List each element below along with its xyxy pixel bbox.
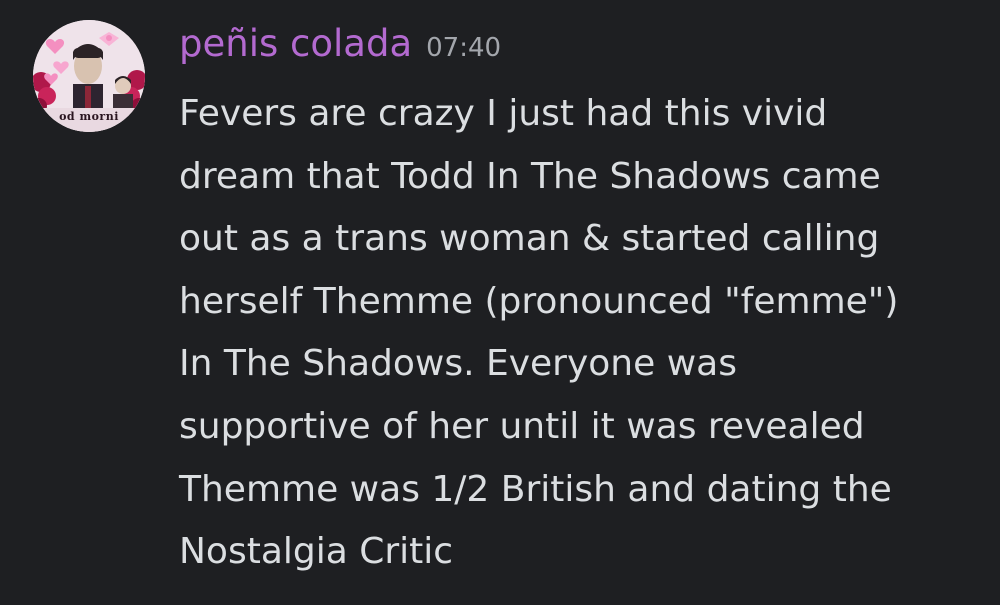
message-line: In The Shadows. Everyone was [179, 343, 737, 385]
message-line: Nostalgia Critic [179, 531, 454, 573]
message-line: Fevers are crazy I just had this vivid [179, 93, 828, 134]
avatar-caption: od morni [59, 110, 119, 123]
message-line: herself Themme (pronounced "femme") [179, 280, 899, 322]
message-line: supportive of her until it was revealed [179, 405, 865, 447]
timestamp[interactable]: 07:40 [426, 33, 501, 63]
message-header: peñis colada 07:40 [179, 22, 501, 78]
username[interactable]: peñis colada [179, 22, 412, 65]
chat-message: od morni peñis colada 07:40 Fevers are cr… [0, 0, 1000, 605]
message-content: Fevers are crazy I just had this vivid d… [179, 83, 979, 584]
message-line: Themme was 1/2 British and dating the [179, 468, 892, 510]
message-line: out as a trans woman & started calling [179, 218, 880, 260]
message-line: dream that Todd In The Shadows came [179, 155, 881, 197]
avatar[interactable]: od morni [33, 20, 145, 132]
